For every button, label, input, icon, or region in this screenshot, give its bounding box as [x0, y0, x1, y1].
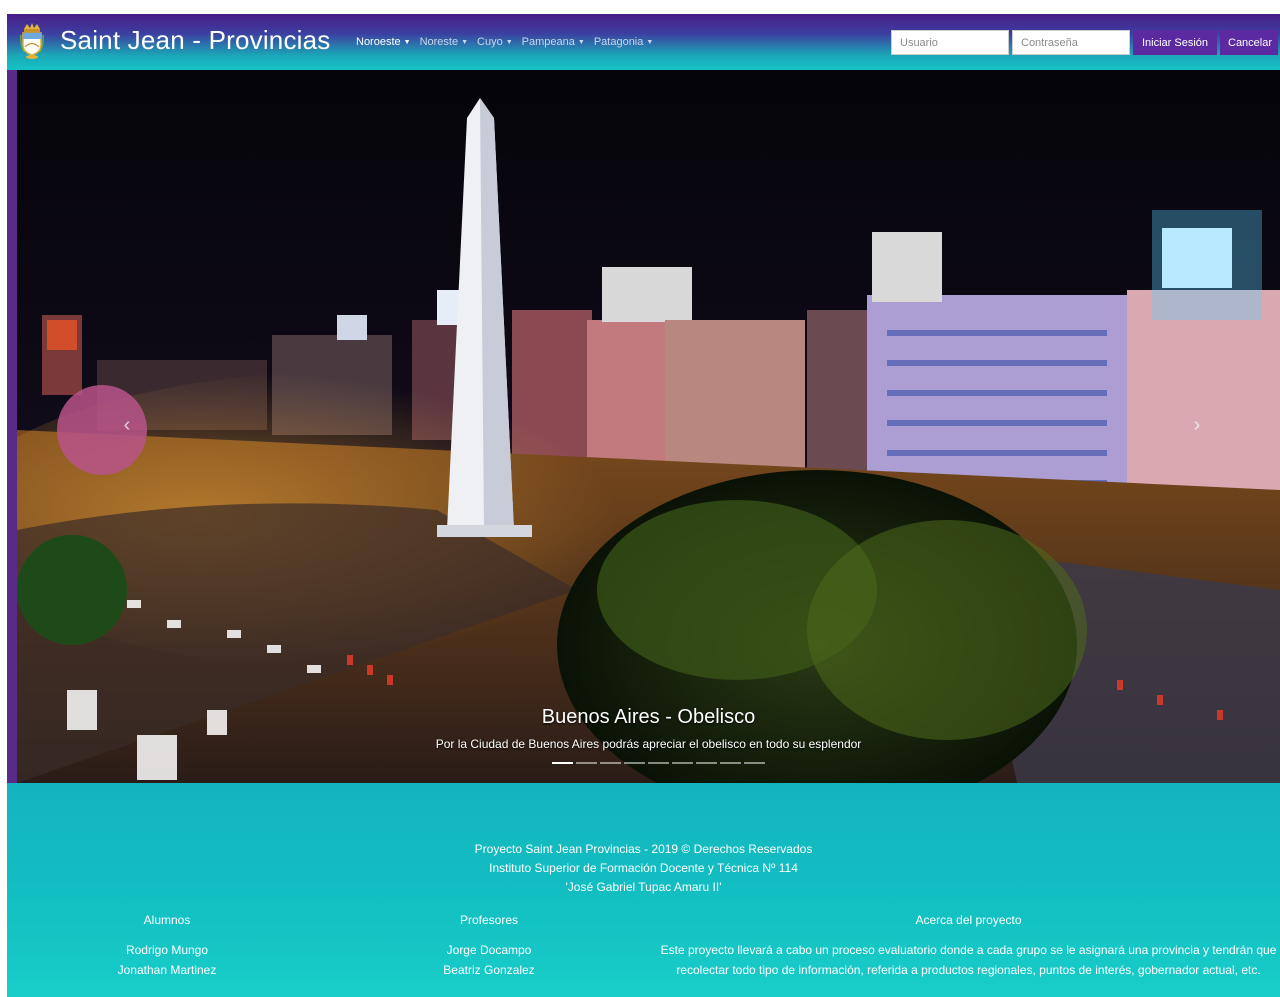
caret-down-icon: ▼: [646, 38, 654, 46]
region-menu: Noroeste ▼ Noreste ▼ Cuyo ▼ Pampeana ▼ P…: [356, 36, 653, 48]
carousel-indicator[interactable]: [552, 762, 573, 764]
footer-copyright: Proyecto Saint Jean Provincias - 2019 © …: [7, 840, 1280, 897]
profesores-title: Profesores: [459, 913, 519, 927]
footer-line-1: Proyecto Saint Jean Provincias - 2019 © …: [474, 842, 813, 856]
acerca-title: Acerca del proyecto: [915, 913, 1022, 927]
carousel: ‹ › Buenos Aires - Obelisco Por la Ciuda…: [7, 70, 1280, 783]
menu-item-noreste[interactable]: Noreste ▼: [420, 36, 468, 48]
footer-profesores: Profesores Jorge Docampo Beatriz Gonzale…: [389, 910, 589, 980]
carousel-caption: Buenos Aires - Obelisco Por la Ciudad de…: [17, 706, 1280, 751]
footer: Proyecto Saint Jean Provincias - 2019 © …: [7, 783, 1280, 997]
carousel-indicator[interactable]: [672, 762, 693, 764]
login-form: Iniciar Sesión Cancelar: [891, 30, 1278, 55]
carousel-slide: ‹ › Buenos Aires - Obelisco Por la Ciuda…: [17, 70, 1280, 783]
menu-item-noroeste[interactable]: Noroeste ▼: [356, 36, 411, 48]
menu-item-patagonia[interactable]: Patagonia ▼: [594, 36, 653, 48]
menu-item-label: Patagonia: [593, 36, 644, 48]
profesor-name: Beatriz Gonzalez: [443, 963, 535, 977]
carousel-next-button[interactable]: ›: [1187, 410, 1207, 440]
profesor-name: Jorge Docampo: [446, 943, 532, 957]
footer-alumnos: Alumnos Rodrigo Mungo Jonathan Martinez: [67, 910, 267, 980]
alumno-name: Rodrigo Mungo: [125, 943, 209, 957]
brand-title[interactable]: Saint Jean - Provincias: [60, 25, 331, 56]
caret-down-icon: ▼: [461, 38, 469, 46]
caret-down-icon: ▼: [505, 38, 513, 46]
menu-item-label: Noreste: [419, 36, 459, 48]
carousel-indicators: [552, 762, 765, 764]
carousel-indicator[interactable]: [600, 762, 621, 764]
coat-of-arms-icon[interactable]: [20, 22, 44, 60]
footer-line-3: 'José Gabriel Tupac Amaru II': [565, 880, 722, 894]
menu-item-label: Cuyo: [477, 36, 503, 48]
carousel-indicator[interactable]: [624, 762, 645, 764]
slide-image: [17, 70, 1280, 783]
cancel-button[interactable]: Cancelar: [1220, 30, 1278, 55]
menu-item-pampeana[interactable]: Pampeana ▼: [522, 36, 585, 48]
page: Saint Jean - Provincias Noroeste ▼ Nores…: [7, 14, 1280, 997]
footer-acerca: Acerca del proyecto Este proyecto llevar…: [657, 910, 1280, 980]
alumno-name: Jonathan Martinez: [117, 963, 217, 977]
alumnos-title: Alumnos: [143, 913, 191, 927]
carousel-indicator[interactable]: [648, 762, 669, 764]
menu-item-cuyo[interactable]: Cuyo ▼: [477, 36, 513, 48]
caret-down-icon: ▼: [403, 38, 411, 46]
carousel-prev-button[interactable]: ‹: [117, 410, 137, 440]
password-input[interactable]: [1012, 30, 1130, 55]
caption-title: Buenos Aires - Obelisco: [541, 706, 756, 728]
navbar: Saint Jean - Provincias Noroeste ▼ Nores…: [7, 14, 1280, 70]
carousel-indicator[interactable]: [744, 762, 765, 764]
acerca-text: Este proyecto llevará a cabo un proceso …: [660, 943, 1277, 977]
username-input[interactable]: [891, 30, 1009, 55]
menu-item-label: Noroeste: [356, 36, 401, 48]
carousel-indicator[interactable]: [720, 762, 741, 764]
caret-down-icon: ▼: [577, 38, 585, 46]
caption-text: Por la Ciudad de Buenos Aires podrás apr…: [435, 737, 862, 751]
footer-line-2: Instituto Superior de Formación Docente …: [489, 861, 798, 875]
carousel-indicator[interactable]: [696, 762, 717, 764]
carousel-indicator[interactable]: [576, 762, 597, 764]
login-button[interactable]: Iniciar Sesión: [1133, 30, 1217, 55]
menu-item-label: Pampeana: [521, 36, 575, 48]
